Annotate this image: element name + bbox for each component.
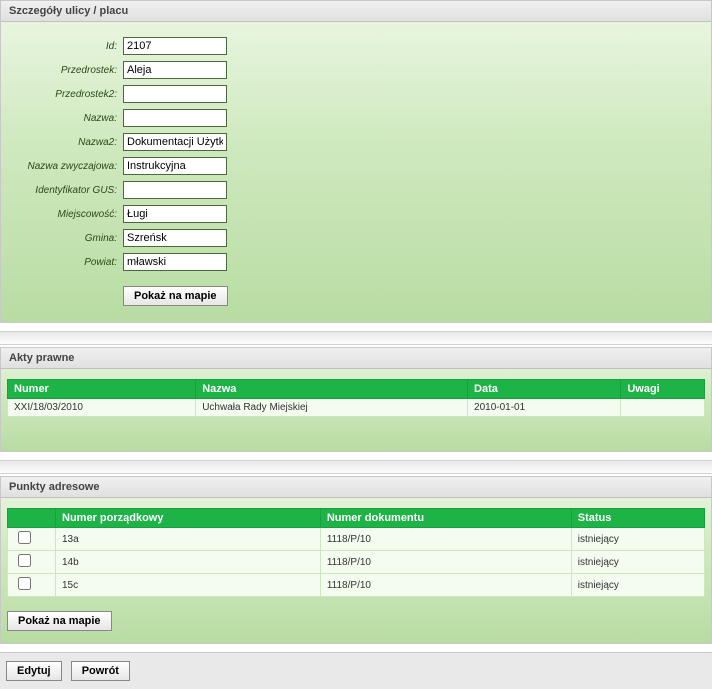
gmina-label: Gmina: bbox=[11, 233, 123, 244]
row-checkbox[interactable] bbox=[18, 531, 31, 544]
addresses-table: Numer porządkowy Numer dokumentu Status … bbox=[7, 508, 705, 597]
prefix-input[interactable] bbox=[123, 61, 227, 79]
gmina-input[interactable] bbox=[123, 229, 227, 247]
prefix-label: Przedrostek: bbox=[11, 65, 123, 76]
row-checkbox[interactable] bbox=[18, 554, 31, 567]
common-name-input[interactable] bbox=[123, 157, 227, 175]
table-row[interactable]: XXI/18/03/2010 Uchwała Rady Miejskiej 20… bbox=[8, 399, 705, 417]
details-header: Szczegóły ulicy / placu bbox=[1, 1, 711, 22]
powiat-input[interactable] bbox=[123, 253, 227, 271]
gus-label: Identyfikator GUS: bbox=[11, 185, 123, 196]
table-row[interactable]: 14b 1118/P/10 istniejący bbox=[8, 551, 705, 574]
acts-col-nazwa: Nazwa bbox=[196, 380, 468, 399]
addr-cell-dokument: 1118/P/10 bbox=[320, 551, 571, 574]
footer-bar: Edytuj Powrót bbox=[0, 652, 712, 689]
acts-table: Numer Nazwa Data Uwagi XXI/18/03/2010 Uc… bbox=[7, 379, 705, 417]
acts-col-data: Data bbox=[468, 380, 621, 399]
acts-panel: Akty prawne Numer Nazwa Data Uwagi XXI/1… bbox=[0, 347, 712, 452]
table-row[interactable]: 15c 1118/P/10 istniejący bbox=[8, 574, 705, 597]
gus-input[interactable] bbox=[123, 181, 227, 199]
show-on-map-button[interactable]: Pokaż na mapie bbox=[123, 286, 228, 306]
addresses-panel: Punkty adresowe Numer porządkowy Numer d… bbox=[0, 476, 712, 644]
locality-label: Miejscowość: bbox=[11, 209, 123, 220]
section-divider bbox=[0, 331, 712, 345]
acts-cell-numer: XXI/18/03/2010 bbox=[8, 399, 196, 417]
details-panel: Szczegóły ulicy / placu Id: Przedrostek:… bbox=[0, 0, 712, 323]
addr-cell-status: istniejący bbox=[571, 574, 704, 597]
acts-col-numer: Numer bbox=[8, 380, 196, 399]
addr-col-status: Status bbox=[571, 509, 704, 528]
powiat-label: Powiat: bbox=[11, 257, 123, 268]
prefix2-input[interactable] bbox=[123, 85, 227, 103]
section-divider bbox=[0, 460, 712, 474]
addr-cell-dokument: 1118/P/10 bbox=[320, 574, 571, 597]
addr-cell-porzadkowy: 15c bbox=[56, 574, 321, 597]
addr-cell-status: istniejący bbox=[571, 551, 704, 574]
table-row[interactable]: 13a 1118/P/10 istniejący bbox=[8, 528, 705, 551]
id-input[interactable] bbox=[123, 37, 227, 55]
acts-col-uwagi: Uwagi bbox=[621, 380, 705, 399]
addr-col-porzadkowy: Numer porządkowy bbox=[56, 509, 321, 528]
name2-input[interactable] bbox=[123, 133, 227, 151]
addr-cell-porzadkowy: 13a bbox=[56, 528, 321, 551]
edit-button[interactable]: Edytuj bbox=[6, 661, 62, 681]
back-button[interactable]: Powrót bbox=[71, 661, 130, 681]
addr-cell-dokument: 1118/P/10 bbox=[320, 528, 571, 551]
addr-col-dokument: Numer dokumentu bbox=[320, 509, 571, 528]
addr-cell-porzadkowy: 14b bbox=[56, 551, 321, 574]
id-label: Id: bbox=[11, 41, 123, 52]
addresses-header: Punkty adresowe bbox=[1, 477, 711, 498]
addr-cell-status: istniejący bbox=[571, 528, 704, 551]
acts-cell-nazwa: Uchwała Rady Miejskiej bbox=[196, 399, 468, 417]
prefix2-label: Przedrostek2: bbox=[11, 89, 123, 100]
addr-col-check bbox=[8, 509, 56, 528]
details-form: Id: Przedrostek: Przedrostek2: Nazwa: Na… bbox=[1, 22, 711, 316]
name-label: Nazwa: bbox=[11, 113, 123, 124]
common-name-label: Nazwa zwyczajowa: bbox=[11, 161, 123, 172]
show-addresses-on-map-button[interactable]: Pokaż na mapie bbox=[7, 611, 112, 631]
name2-label: Nazwa2: bbox=[11, 137, 123, 148]
locality-input[interactable] bbox=[123, 205, 227, 223]
acts-cell-data: 2010-01-01 bbox=[468, 399, 621, 417]
row-checkbox[interactable] bbox=[18, 577, 31, 590]
name-input[interactable] bbox=[123, 109, 227, 127]
acts-cell-uwagi bbox=[621, 399, 705, 417]
acts-header: Akty prawne bbox=[1, 348, 711, 369]
